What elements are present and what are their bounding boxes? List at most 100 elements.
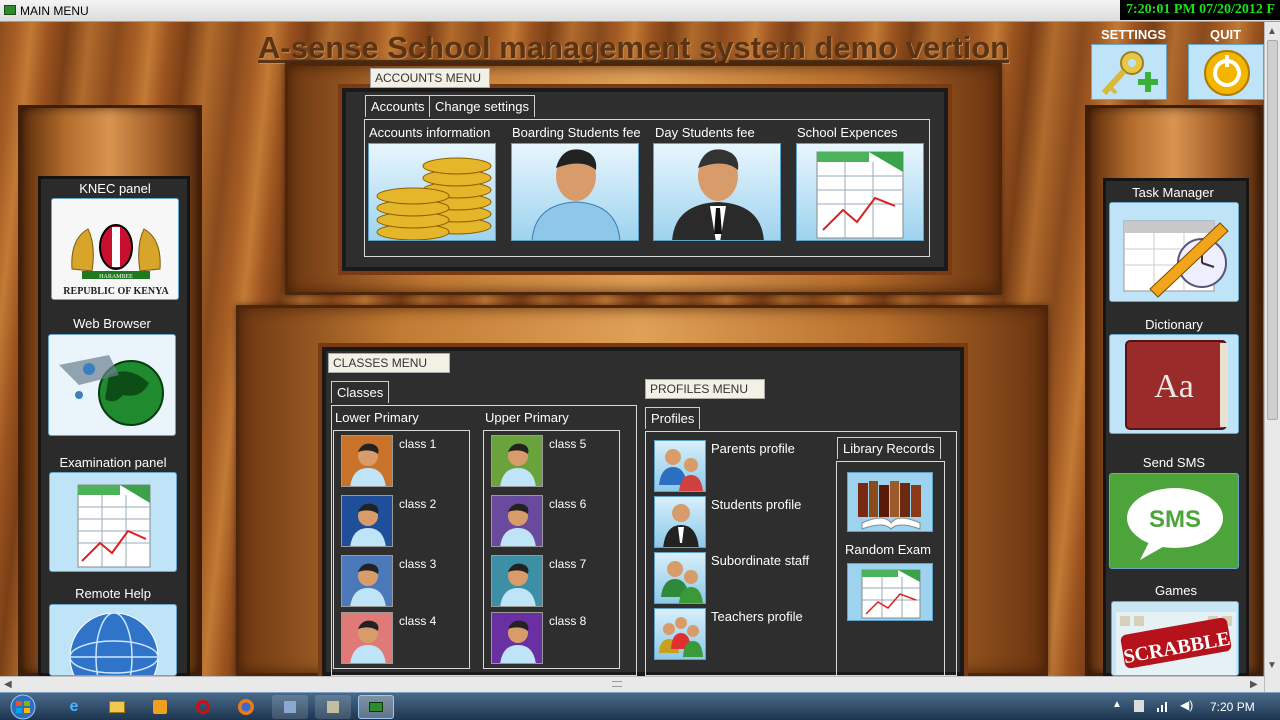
tab-accounts[interactable]: Accounts xyxy=(365,95,431,117)
task-manager-button[interactable] xyxy=(1109,202,1239,302)
school-app-taskbar-icon[interactable] xyxy=(358,695,394,719)
key-plus-icon xyxy=(1101,51,1158,96)
library-records-button[interactable] xyxy=(847,472,933,532)
class-2-button[interactable] xyxy=(341,495,393,547)
web-browser-label: Web Browser xyxy=(73,316,151,331)
class-5-label: class 5 xyxy=(549,437,587,451)
scroll-down-arrow-icon[interactable]: ▼ xyxy=(1267,660,1277,671)
boarding-students-fee-button[interactable] xyxy=(511,143,639,241)
task-manager-label: Task Manager xyxy=(1132,185,1214,200)
knec-motto: HARAMBEE xyxy=(99,274,133,280)
staff-icon xyxy=(661,561,703,603)
accounts-information-label: Accounts information xyxy=(369,125,491,140)
teachers-profile-button[interactable] xyxy=(654,608,706,660)
window-title: MAIN MENU xyxy=(20,4,89,18)
tab-profiles[interactable]: Profiles xyxy=(645,407,701,429)
class-1-button[interactable] xyxy=(341,435,393,487)
dictionary-book-icon: Aa xyxy=(1125,340,1228,430)
day-students-fee-button[interactable] xyxy=(653,143,781,241)
tray-volume-icon[interactable]: ◀) xyxy=(1180,698,1193,712)
day-students-fee-label: Day Students fee xyxy=(655,125,755,140)
start-button[interactable] xyxy=(4,693,42,720)
window-title-bar: MAIN MENU xyxy=(0,0,1280,22)
student-icon xyxy=(342,496,392,546)
knec-panel-button[interactable]: HARAMBEE REPUBLIC OF KENYA xyxy=(51,198,179,300)
web-browser-button[interactable] xyxy=(48,334,176,436)
class-1-label: class 1 xyxy=(399,437,437,451)
spreadsheet-chart-icon xyxy=(77,484,151,568)
student-icon xyxy=(342,556,392,606)
folder-taskbar-icon[interactable] xyxy=(99,695,135,719)
app-title: A-sense School management system demo ve… xyxy=(258,30,1010,65)
app-icon xyxy=(4,5,16,15)
parents-profile-label: Parents profile xyxy=(711,441,795,456)
class-6-button[interactable] xyxy=(491,495,543,547)
class-4-button[interactable] xyxy=(341,612,393,664)
student-icon xyxy=(492,496,542,546)
dictionary-button[interactable]: Aa xyxy=(1109,334,1239,434)
tab-change-settings[interactable]: Change settings xyxy=(429,95,535,117)
quit-button[interactable] xyxy=(1188,44,1264,100)
firefox-taskbar-icon[interactable] xyxy=(228,695,264,719)
class-3-label: class 3 xyxy=(399,557,437,571)
tool-taskbar-icon[interactable] xyxy=(315,695,351,719)
student-icon xyxy=(342,613,392,663)
remote-help-label: Remote Help xyxy=(75,586,151,601)
class-2-label: class 2 xyxy=(399,497,437,511)
scroll-left-arrow-icon[interactable]: ◀ xyxy=(4,679,12,690)
class-7-label: class 7 xyxy=(549,557,587,571)
taskbar-clock[interactable]: 7:20 PM xyxy=(1210,700,1255,714)
horizontal-scrollbar[interactable]: ◀ ▶ xyxy=(0,676,1264,692)
subordinate-staff-label: Subordinate staff xyxy=(711,553,810,568)
remote-help-button[interactable] xyxy=(49,604,177,676)
random-exam-button[interactable] xyxy=(847,563,933,621)
students-profile-button[interactable] xyxy=(654,496,706,548)
lower-primary-label: Lower Primary xyxy=(335,410,419,425)
settings-button[interactable] xyxy=(1091,44,1167,100)
quit-label: QUIT xyxy=(1210,27,1242,42)
classes-menu-header: CLASSES MENU xyxy=(328,353,450,373)
teachers-profile-label: Teachers profile xyxy=(711,609,803,624)
scroll-thumb-grip[interactable] xyxy=(612,681,622,687)
upper-primary-label: Upper Primary xyxy=(485,410,569,425)
knec-panel-label: KNEC panel xyxy=(79,181,151,196)
parents-icon xyxy=(659,449,703,491)
tray-usb-icon[interactable] xyxy=(1134,700,1144,712)
app-taskbar-icon[interactable] xyxy=(272,695,308,719)
school-expences-button[interactable] xyxy=(796,143,924,241)
sms-bubble-text: SMS xyxy=(1149,506,1201,533)
examination-panel-button[interactable] xyxy=(49,472,177,572)
opera-taskbar-icon[interactable] xyxy=(185,695,221,719)
parents-profile-button[interactable] xyxy=(654,440,706,492)
subordinate-staff-button[interactable] xyxy=(654,552,706,604)
dictionary-label: Dictionary xyxy=(1145,317,1203,332)
class-8-label: class 8 xyxy=(549,614,587,628)
media-player-taskbar-icon[interactable] xyxy=(142,695,178,719)
calendar-pencil-icon xyxy=(1123,220,1229,298)
class-6-label: class 6 xyxy=(549,497,587,511)
tab-library-records[interactable]: Library Records xyxy=(837,437,941,459)
random-exam-label: Random Exam xyxy=(845,542,931,557)
scroll-right-arrow-icon[interactable]: ▶ xyxy=(1250,679,1258,690)
class-8-button[interactable] xyxy=(491,612,543,664)
scroll-up-arrow-icon[interactable]: ▲ xyxy=(1267,26,1277,37)
examination-panel-label: Examination panel xyxy=(59,455,167,470)
school-expences-label: School Expences xyxy=(797,125,898,140)
accounts-information-button[interactable] xyxy=(368,143,496,241)
class-7-button[interactable] xyxy=(491,555,543,607)
games-button[interactable]: SCRABBLE xyxy=(1111,601,1239,676)
scroll-thumb[interactable] xyxy=(1267,40,1278,420)
class-3-button[interactable] xyxy=(341,555,393,607)
send-sms-button[interactable]: SMS xyxy=(1109,473,1239,569)
class-5-button[interactable] xyxy=(491,435,543,487)
person-icon xyxy=(531,149,621,240)
vertical-scrollbar[interactable]: ▲ ▼ xyxy=(1264,22,1280,692)
coins-icon xyxy=(376,157,492,240)
boarding-students-fee-label: Boarding Students fee xyxy=(512,125,641,140)
tab-classes[interactable]: Classes xyxy=(331,381,390,403)
ie-taskbar-icon[interactable]: e xyxy=(56,695,92,719)
taskbar: e ▲ ◀) 7:20 PM xyxy=(0,692,1280,720)
games-label: Games xyxy=(1155,583,1197,598)
tray-network-icon[interactable] xyxy=(1156,699,1170,713)
tray-expand-icon[interactable]: ▲ xyxy=(1112,699,1122,710)
